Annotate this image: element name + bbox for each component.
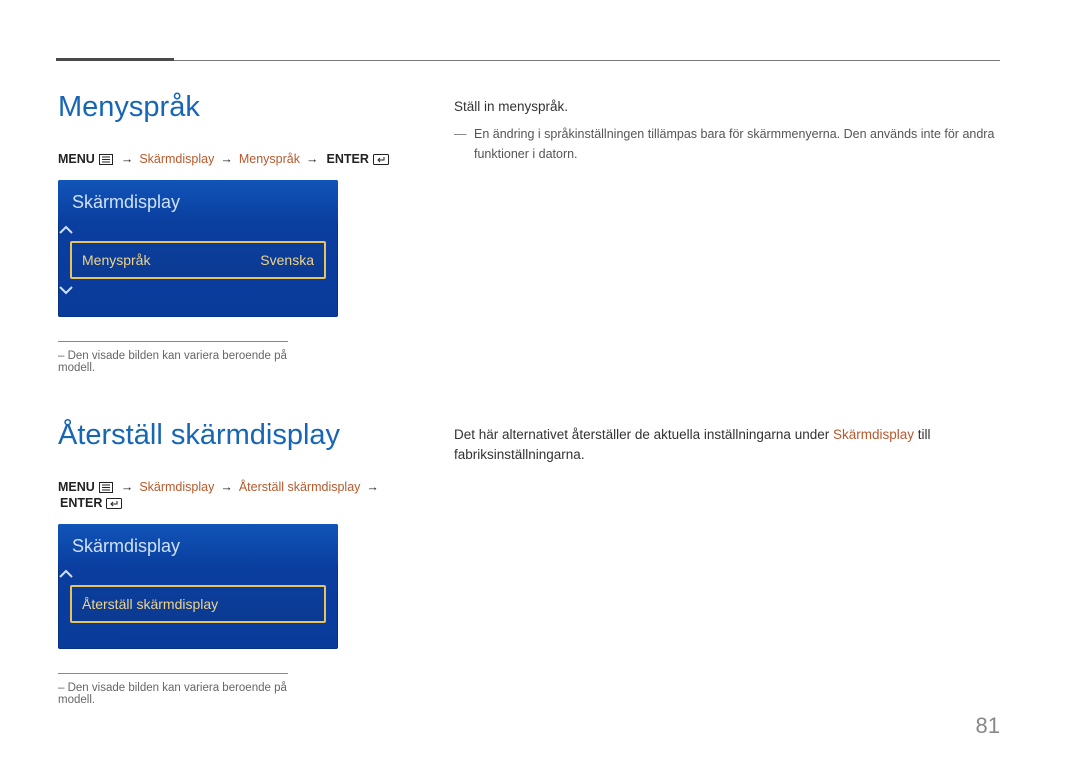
- breadcrumb-arrow: →: [366, 480, 379, 494]
- osd-row-value: Svenska: [260, 252, 314, 268]
- footnote-text: Den visade bilden kan variera beroende p…: [58, 682, 287, 706]
- osd-panel: Skärmdisplay Menyspråk Svenska: [58, 180, 338, 317]
- footnote-text: Den visade bilden kan variera beroende p…: [58, 350, 287, 374]
- menu-icon: [99, 482, 113, 493]
- chevron-up-icon[interactable]: [58, 221, 338, 239]
- breadcrumb: MENU → Skärmdisplay → Återställ skärmdis…: [58, 480, 404, 510]
- body-text: Ställ in menyspråk.: [454, 97, 1000, 117]
- page-top-rule: [58, 60, 1000, 61]
- breadcrumb-enter-word: ENTER: [60, 496, 102, 510]
- menu-icon: [99, 154, 113, 165]
- breadcrumb-arrow: →: [306, 152, 319, 166]
- body-text-pre: Det här alternativet återställer de aktu…: [454, 427, 833, 442]
- section-title: Menyspråk: [58, 91, 404, 124]
- breadcrumb: MENU → Skärmdisplay → Menyspråk → ENTER: [58, 152, 404, 166]
- breadcrumb-item: Menyspråk: [239, 152, 300, 166]
- enter-icon: [106, 498, 122, 509]
- body-text: Det här alternativet återställer de aktu…: [454, 425, 1000, 466]
- breadcrumb-menu-word: MENU: [58, 480, 95, 494]
- osd-selected-row[interactable]: Menyspråk Svenska: [70, 241, 326, 279]
- section-aterstall: Återställ skärmdisplay MENU → Skärmdispl…: [58, 419, 1000, 706]
- osd-selected-row[interactable]: Återställ skärmdisplay: [70, 585, 326, 623]
- body-note: En ändring i språkinställningen tillämpa…: [454, 125, 1000, 164]
- osd-panel-title: Skärmdisplay: [58, 180, 338, 221]
- breadcrumb-arrow: →: [220, 152, 233, 166]
- breadcrumb-arrow: →: [220, 480, 233, 494]
- chevron-down-icon[interactable]: [58, 281, 338, 299]
- breadcrumb-item: Skärmdisplay: [139, 152, 214, 166]
- osd-row-label: Återställ skärmdisplay: [82, 596, 218, 612]
- osd-panel-title: Skärmdisplay: [58, 524, 338, 565]
- breadcrumb-item: Skärmdisplay: [139, 480, 214, 494]
- chevron-up-icon[interactable]: [58, 565, 338, 583]
- breadcrumb-arrow: →: [121, 152, 134, 166]
- osd-row-label: Menyspråk: [82, 252, 150, 268]
- panel-spacer: [58, 625, 338, 635]
- footnote: – Den visade bilden kan variera beroende…: [58, 341, 288, 374]
- breadcrumb-item: Återställ skärmdisplay: [239, 480, 361, 494]
- enter-icon: [373, 154, 389, 165]
- breadcrumb-menu-word: MENU: [58, 152, 95, 166]
- breadcrumb-arrow: →: [121, 480, 134, 494]
- page-number: 81: [976, 713, 1000, 739]
- section-title: Återställ skärmdisplay: [58, 419, 404, 452]
- osd-panel: Skärmdisplay Återställ skärmdisplay: [58, 524, 338, 649]
- footnote: – Den visade bilden kan variera beroende…: [58, 673, 288, 706]
- breadcrumb-enter-word: ENTER: [326, 152, 368, 166]
- section-menysprak: Menyspråk MENU → Skärmdisplay → Menysprå…: [58, 91, 1000, 374]
- body-text-accent: Skärmdisplay: [833, 427, 914, 442]
